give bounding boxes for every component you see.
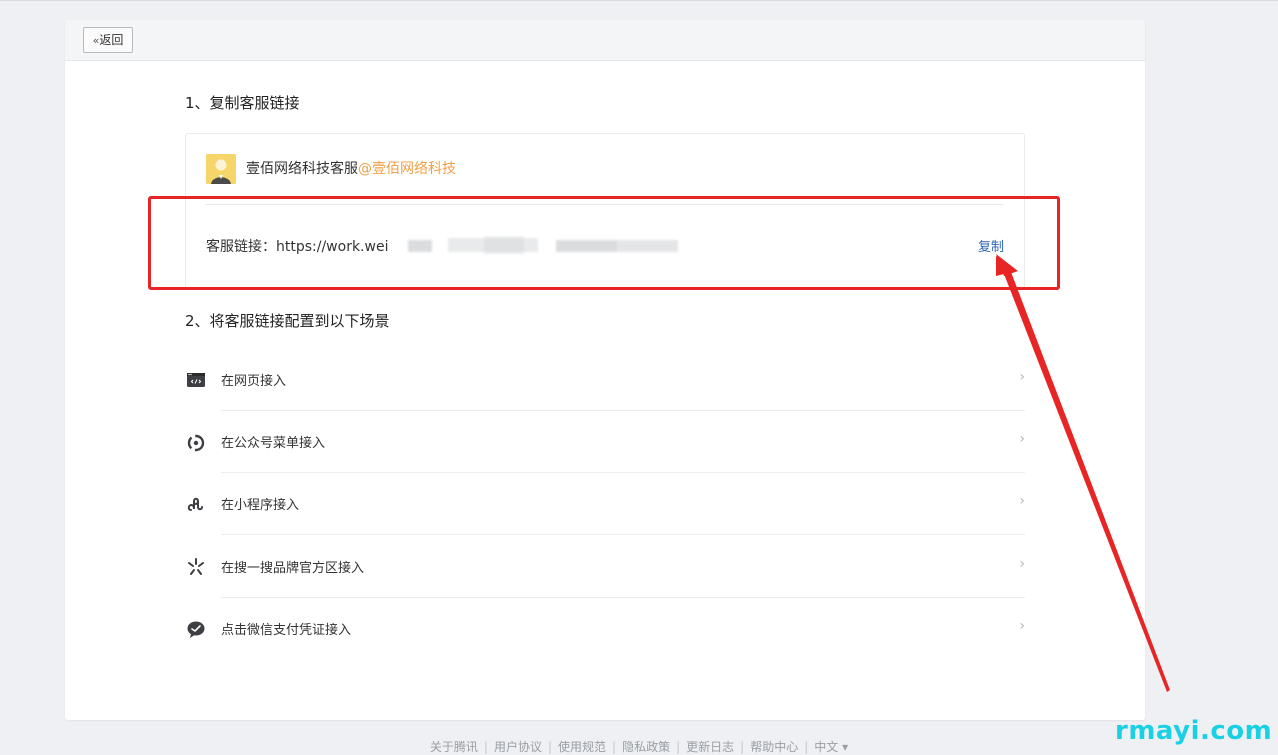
footer-language-select[interactable]: 中文 ▾ (814, 740, 848, 754)
footer-link-privacy[interactable]: 隐私政策 (622, 740, 670, 754)
owner-name: 壹佰网络科技客服 (246, 161, 358, 177)
blurred-url-part (484, 236, 524, 254)
top-border (0, 0, 1278, 1)
service-owner: 壹佰网络科技客服@壹佰网络科技 (246, 158, 456, 178)
row-divider (221, 534, 1025, 535)
footer-link-about[interactable]: 关于腾讯 (430, 740, 478, 754)
scene-row-wechat-pay[interactable]: 点击微信支付凭证接入 › (185, 598, 1025, 660)
footer-link-changelog[interactable]: 更新日志 (686, 740, 734, 754)
service-link-box: 壹佰网络科技客服@壹佰网络科技 客服链接：https://work.wei 复制 (185, 133, 1025, 289)
blurred-url-part (408, 240, 432, 252)
search-sparkle-icon (185, 556, 207, 578)
step2-title: 2、将客服链接配置到以下场景 (185, 312, 390, 330)
watermark: rmayi.com (1115, 716, 1273, 746)
chevron-right-icon: › (1019, 493, 1025, 509)
back-button[interactable]: «返回 (83, 27, 133, 53)
official-account-icon (185, 431, 207, 453)
divider (206, 204, 1004, 205)
footer: 关于腾讯 | 用户协议 | 使用规范 | 隐私政策 | 更新日志 | 帮助中心 | 中文 ▾ (429, 740, 849, 754)
chevron-right-icon: › (1019, 369, 1025, 385)
scene-label: 在小程序接入 (221, 498, 300, 513)
mini-program-icon (185, 493, 207, 515)
scene-row-webpage[interactable]: 在网页接入 › (185, 349, 1025, 411)
footer-link-help[interactable]: 帮助中心 (750, 740, 798, 754)
avatar (206, 154, 236, 184)
scene-row-search[interactable]: 在搜一搜品牌官方区接入 › (185, 536, 1025, 598)
chevron-right-icon: › (1019, 618, 1025, 634)
scene-label: 点击微信支付凭证接入 (221, 623, 352, 638)
footer-link-usage-rules[interactable]: 使用规范 (558, 740, 606, 754)
owner-corp: @壹佰网络科技 (358, 161, 456, 177)
chat-bubble-icon (185, 618, 207, 640)
scene-label: 在搜一搜品牌官方区接入 (221, 561, 365, 576)
back-button-label: 返回 (99, 33, 124, 47)
scene-label: 在公众号菜单接入 (221, 436, 326, 451)
chevron-right-icon: › (1019, 431, 1025, 447)
main-card: «返回 1、复制客服链接 壹佰网络科技客服@壹佰网络科技 客服链接：https:… (65, 20, 1145, 720)
blurred-url-part (618, 240, 678, 252)
step1-title: 1、复制客服链接 (185, 94, 300, 112)
scene-row-mini-program[interactable]: 在小程序接入 › (185, 473, 1025, 535)
chevron-right-icon: › (1019, 556, 1025, 572)
service-link-url: 客服链接：https://work.wei (206, 239, 389, 255)
blurred-url-part (556, 240, 618, 252)
copy-link-button[interactable]: 复制 (978, 236, 1004, 255)
scene-row-official-account[interactable]: 在公众号菜单接入 › (185, 411, 1025, 473)
scene-label: 在网页接入 (221, 374, 287, 389)
footer-link-user-agreement[interactable]: 用户协议 (494, 740, 542, 754)
code-window-icon (185, 369, 207, 391)
card-header: «返回 (65, 20, 1145, 61)
